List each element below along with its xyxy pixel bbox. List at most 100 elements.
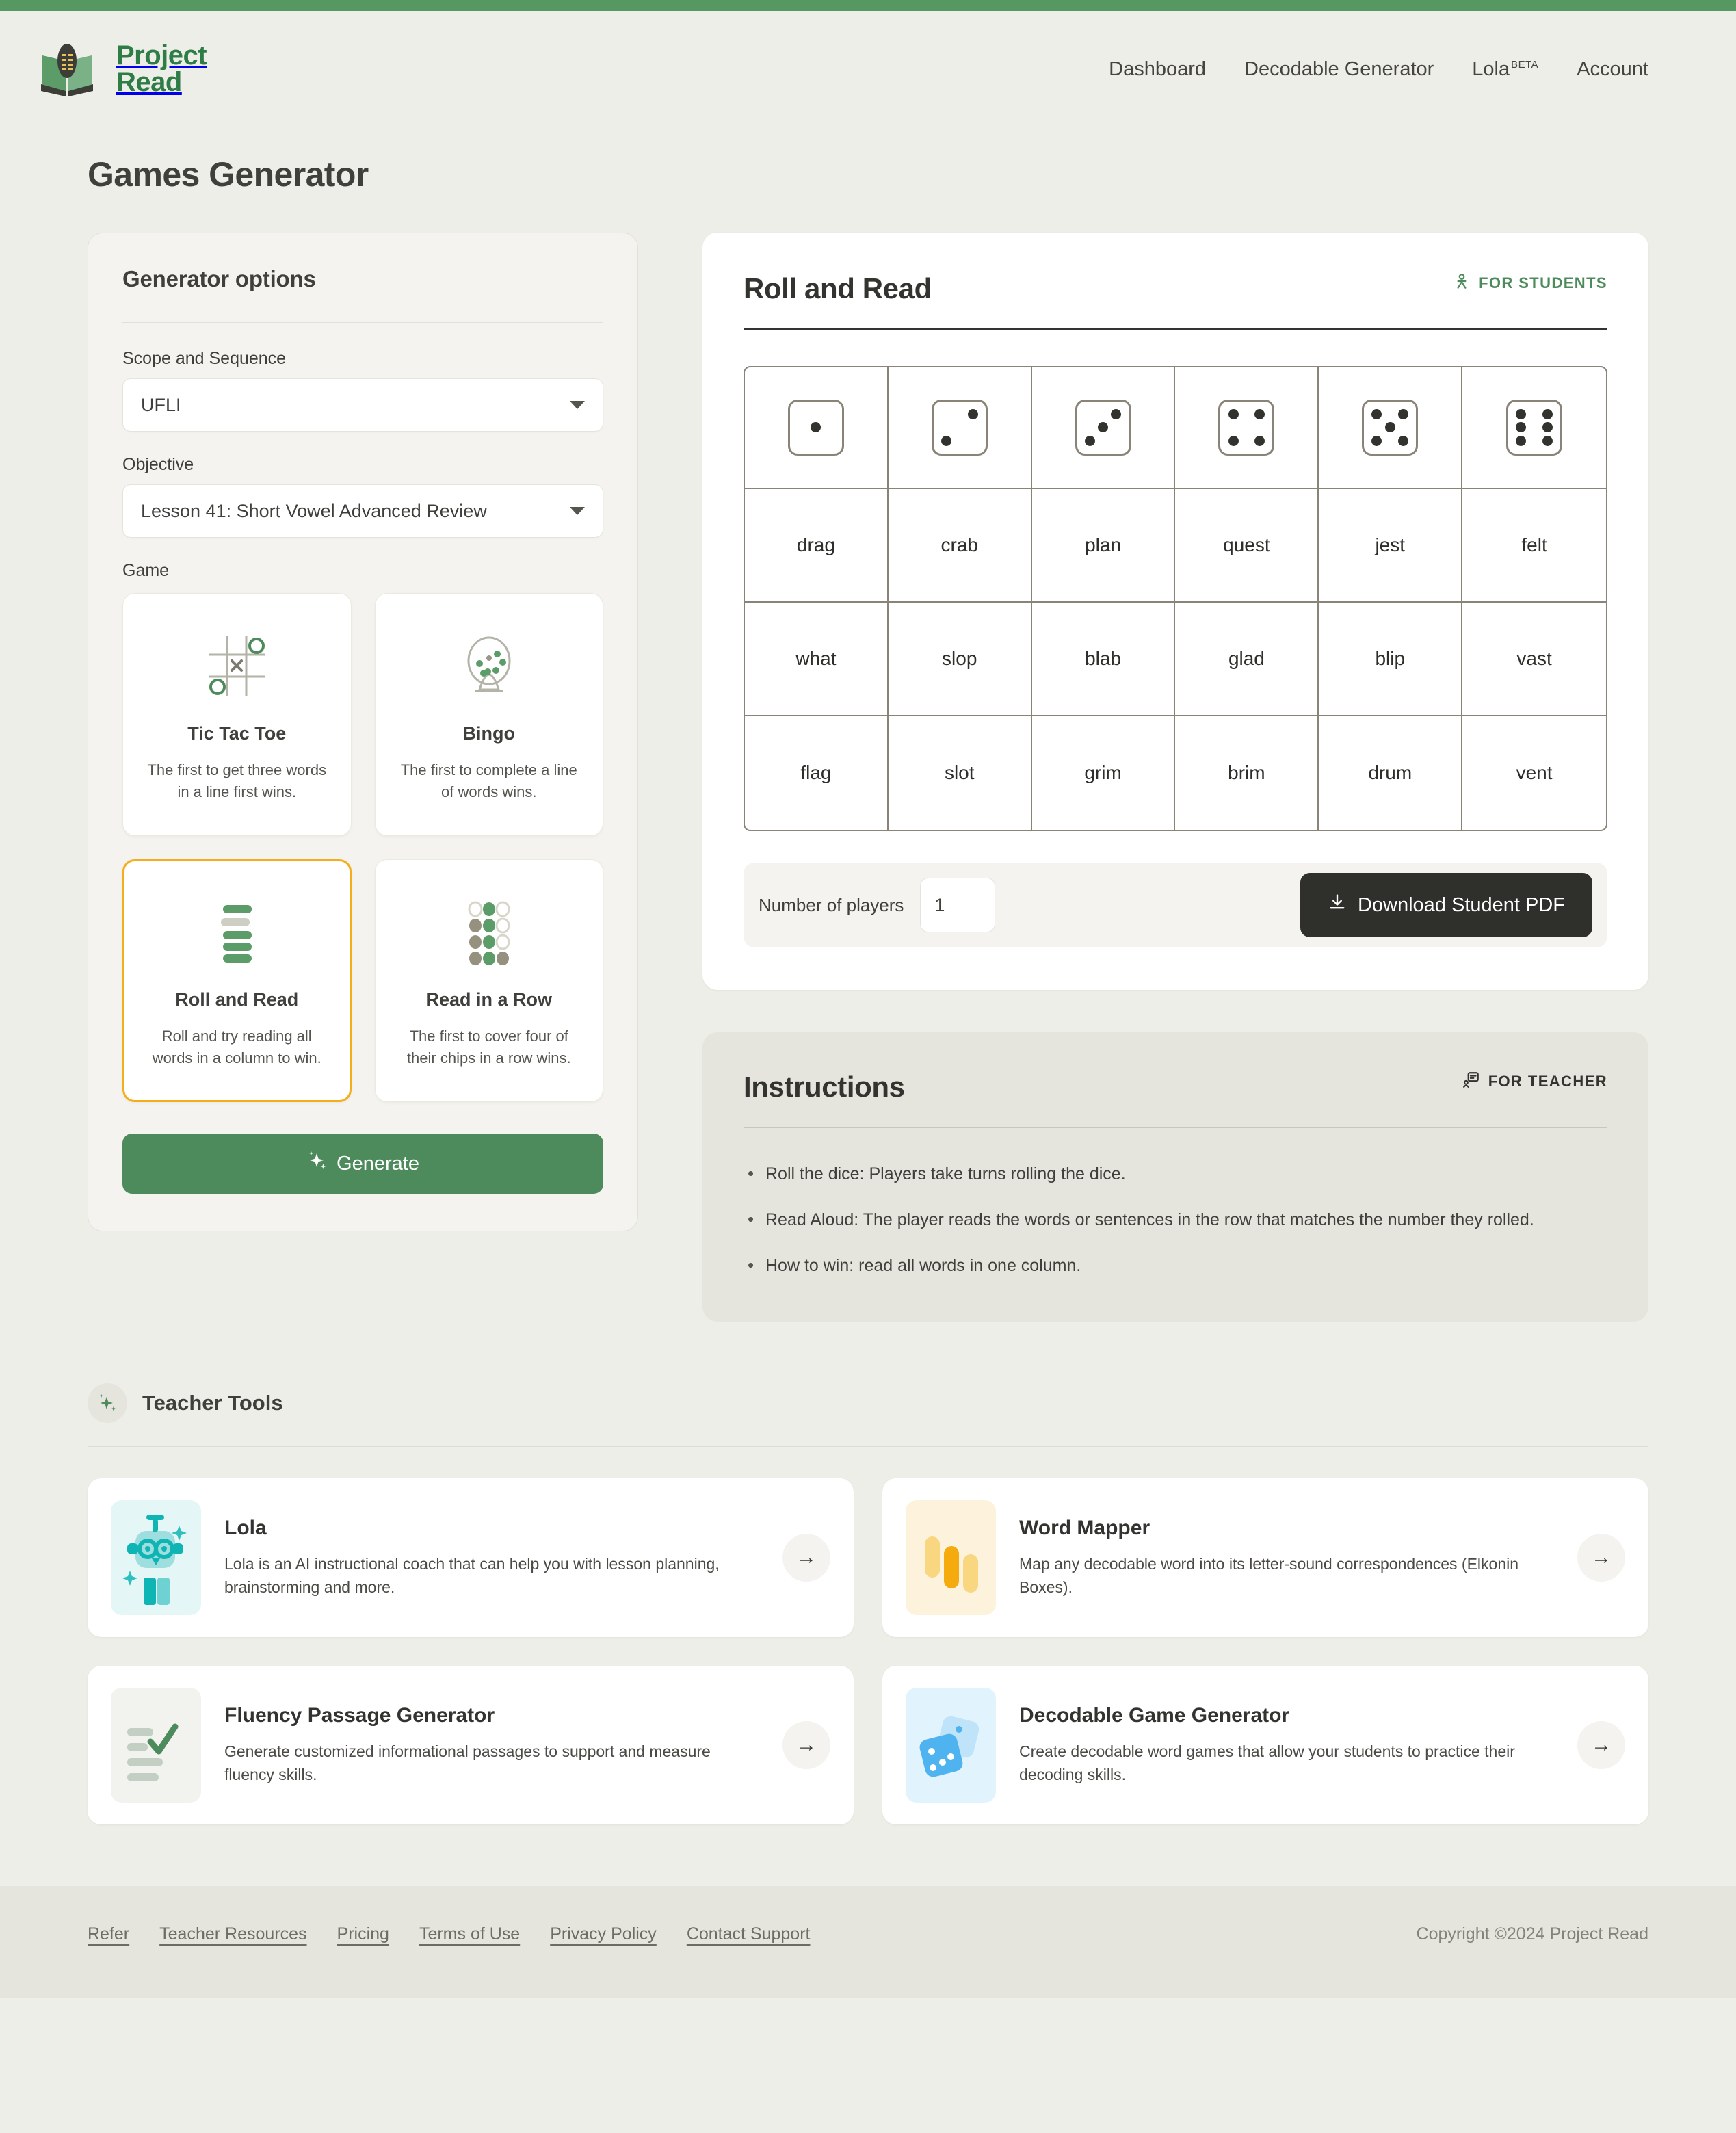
game-card-roll-and-read[interactable]: Roll and Read Roll and try reading all w… — [122, 859, 352, 1102]
game-card-title: Bingo — [462, 723, 515, 744]
divider — [88, 1446, 1648, 1447]
die-5-icon — [1362, 400, 1419, 456]
dice-header-cell — [888, 367, 1032, 489]
word-cell: crab — [888, 489, 1032, 603]
die-1-icon — [787, 400, 844, 456]
brand-logo-link[interactable]: Project Read — [36, 38, 207, 101]
game-card-bingo[interactable]: Bingo The first to complete a line of wo… — [374, 593, 603, 836]
word-text: felt — [1521, 534, 1547, 555]
word-text: plan — [1085, 534, 1122, 555]
arrow-right-icon[interactable]: → — [1577, 1721, 1625, 1769]
game-card-title: Roll and Read — [175, 989, 299, 1010]
word-cell: plan — [1031, 489, 1176, 603]
tool-card-lola[interactable]: Lola Lola is an AI instructional coach t… — [88, 1478, 854, 1637]
word-text: brim — [1228, 762, 1265, 783]
footer-link-privacy-policy[interactable]: Privacy Policy — [550, 1924, 657, 1944]
open-book-icon — [36, 38, 98, 101]
footer-links: Refer Teacher Resources Pricing Terms of Us… — [88, 1924, 810, 1944]
for-students-label: FOR STUDENTS — [1479, 274, 1607, 291]
objective-select[interactable]: Lesson 41: Short Vowel Advanced Review — [122, 484, 603, 538]
die-6-icon — [1506, 400, 1563, 456]
for-students-badge: FOR STUDENTS — [1453, 272, 1607, 294]
footer-link-pricing[interactable]: Pricing — [337, 1924, 389, 1944]
brand-line-1: Project — [116, 40, 207, 70]
word-text: vent — [1516, 762, 1553, 783]
word-text: drum — [1368, 762, 1412, 783]
arrow-right-icon[interactable]: → — [782, 1534, 830, 1582]
footer-link-teacher-resources[interactable]: Teacher Resources — [159, 1924, 306, 1944]
word-cell: what — [745, 603, 889, 716]
game-card-tic-tac-toe[interactable]: Tic Tac Toe The first to get three words… — [122, 593, 352, 836]
arrow-right-icon[interactable]: → — [782, 1721, 830, 1769]
brand-line-2: Read — [116, 67, 182, 97]
dice-header-cell — [1175, 367, 1319, 489]
tool-card-desc: Map any decodable word into its letter-s… — [1019, 1554, 1519, 1597]
players-label: Number of players — [759, 894, 904, 915]
word-cell: brim — [1175, 716, 1319, 830]
footer-link-terms-of-use[interactable]: Terms of Use — [419, 1924, 520, 1944]
dice-icon — [906, 1688, 996, 1803]
tool-card-title: Fluency Passage Generator — [224, 1703, 495, 1727]
tool-card-title: Lola — [224, 1516, 267, 1539]
scope-select[interactable]: UFLI — [122, 378, 603, 432]
die-3-icon — [1075, 400, 1131, 456]
footer-link-refer[interactable]: Refer — [88, 1924, 129, 1944]
game-card-read-in-a-row[interactable]: Read in a Row The first to cover four of… — [374, 859, 603, 1102]
checklist-icon — [111, 1688, 201, 1803]
site-header: Project Read Dashboard Decodable Generat… — [0, 11, 1736, 127]
word-cell: vast — [1462, 603, 1606, 716]
word-cell: flag — [745, 716, 889, 830]
tool-card-desc: Generate customized informational passag… — [224, 1742, 711, 1784]
page-title: Games Generator — [88, 155, 369, 194]
die-2-icon — [931, 400, 988, 456]
objective-field: Objective Lesson 41: Short Vowel Advance… — [122, 455, 603, 538]
tool-card-word-mapper[interactable]: Word Mapper Map any decodable word into … — [882, 1478, 1648, 1637]
download-student-pdf-button[interactable]: Download Student PDF — [1300, 873, 1592, 937]
chevron-down-icon — [570, 507, 585, 515]
game-card-desc: Roll and try reading all words in a colu… — [152, 1028, 321, 1066]
generator-options-panel: Generator options Scope and Sequence UFL… — [88, 233, 638, 1231]
word-cell: drag — [745, 489, 889, 603]
word-cell: drum — [1319, 716, 1463, 830]
nav-item-lola[interactable]: Lola BETA — [1472, 58, 1538, 81]
tool-card-fluency-passage-generator[interactable]: Fluency Passage Generator Generate custo… — [88, 1666, 854, 1824]
two-column-layout: Generator options Scope and Sequence UFL… — [88, 233, 1648, 1322]
die-4-icon — [1218, 400, 1275, 456]
teacher-card-icon — [1462, 1071, 1480, 1092]
tool-card-text: Fluency Passage Generator Generate custo… — [224, 1704, 759, 1787]
game-card-desc: The first to complete a line of words wi… — [400, 761, 577, 800]
sparkles-icon — [88, 1383, 127, 1423]
footer-link-contact-support[interactable]: Contact Support — [687, 1924, 811, 1944]
word-text: glad — [1228, 648, 1265, 669]
nav-item-dashboard[interactable]: Dashboard — [1109, 58, 1206, 81]
bingo-cage-icon — [452, 627, 526, 705]
divider — [744, 328, 1607, 330]
teacher-tools-section: Teacher Tools Lola Lola is an AI instruc… — [88, 1383, 1648, 1824]
roll-and-read-board: drag crab plan quest jest felt what slop blab gla… — [744, 366, 1607, 831]
game-label: Game — [122, 561, 170, 580]
word-text: what — [795, 648, 837, 669]
chevron-down-icon — [570, 401, 585, 409]
nav-item-account[interactable]: Account — [1577, 58, 1648, 81]
arrow-right-icon[interactable]: → — [1577, 1534, 1625, 1582]
page-content: Games Generator Generator options Scope … — [0, 155, 1736, 1824]
site-footer: Refer Teacher Resources Pricing Terms of Us… — [0, 1886, 1736, 1998]
word-text: crab — [941, 534, 978, 555]
left-column: Generator options Scope and Sequence UFL… — [88, 233, 638, 1231]
players-input[interactable] — [920, 878, 996, 932]
beta-badge: BETA — [1511, 58, 1539, 70]
person-icon — [1453, 272, 1471, 294]
game-options-grid: Tic Tac Toe The first to get three words… — [122, 593, 603, 1102]
nav-item-decodable-generator[interactable]: Decodable Generator — [1244, 58, 1434, 81]
word-text: blip — [1375, 648, 1406, 669]
tool-card-decodable-game-generator[interactable]: Decodable Game Generator Create decodabl… — [882, 1666, 1648, 1824]
teacher-tools-grid: Lola Lola is an AI instructional coach t… — [88, 1478, 1648, 1824]
tool-card-text: Word Mapper Map any decodable word into … — [1019, 1517, 1554, 1599]
tool-card-text: Decodable Game Generator Create decodabl… — [1019, 1704, 1554, 1787]
game-panel-title: Roll and Read — [744, 272, 932, 304]
word-cell: vent — [1462, 716, 1606, 830]
bars-icon — [906, 1500, 996, 1615]
word-text: quest — [1223, 534, 1270, 555]
word-cell: quest — [1175, 489, 1319, 603]
generate-button[interactable]: Generate — [122, 1134, 603, 1194]
